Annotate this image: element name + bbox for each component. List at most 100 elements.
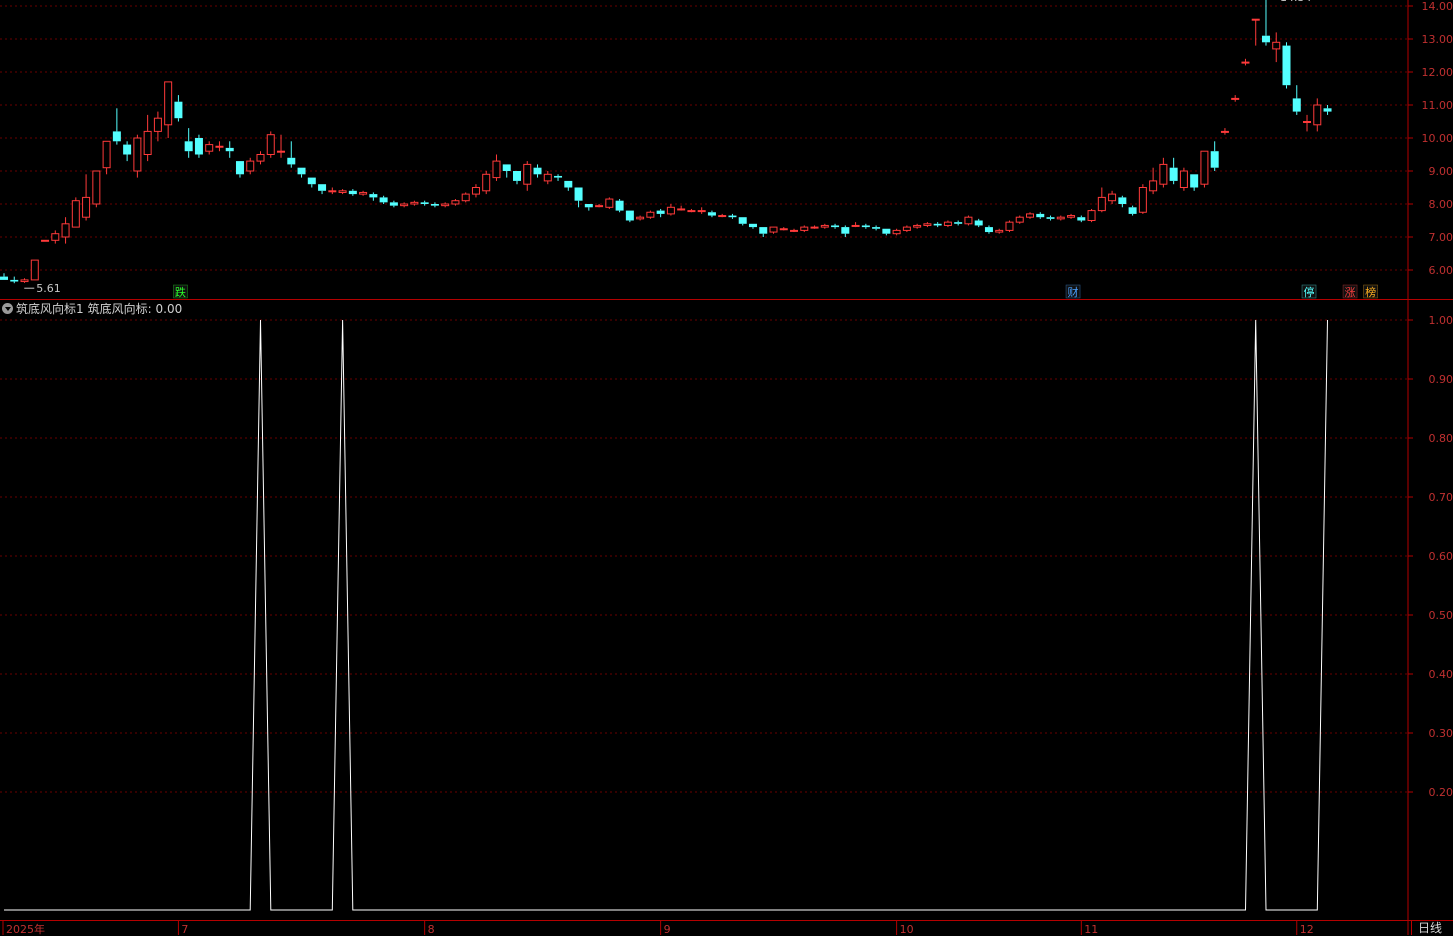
candle[interactable]	[678, 206, 685, 211]
candle[interactable]	[442, 202, 449, 207]
candle[interactable]	[708, 211, 716, 218]
candle[interactable]	[10, 277, 18, 284]
candle[interactable]	[1109, 191, 1116, 204]
candle[interactable]	[134, 135, 141, 178]
event-marker[interactable]: 财	[1066, 285, 1080, 299]
candle[interactable]	[513, 171, 521, 184]
candle[interactable]	[1201, 151, 1208, 187]
candle[interactable]	[882, 229, 890, 236]
candle[interactable]	[369, 192, 377, 200]
candle[interactable]	[308, 178, 316, 188]
candle[interactable]	[1160, 158, 1167, 188]
candle[interactable]	[791, 229, 798, 232]
candle[interactable]	[1118, 196, 1126, 208]
candle[interactable]	[534, 164, 542, 177]
candle[interactable]	[852, 222, 859, 227]
candle[interactable]	[1047, 216, 1055, 221]
candle[interactable]	[216, 141, 223, 151]
candle[interactable]	[318, 184, 326, 194]
chevron-down-icon[interactable]	[2, 303, 13, 314]
candle[interactable]	[267, 131, 274, 157]
candle[interactable]	[52, 230, 59, 243]
candle[interactable]	[841, 225, 849, 237]
candle[interactable]	[195, 135, 203, 158]
candle[interactable]	[1242, 59, 1249, 66]
candle[interactable]	[728, 214, 736, 219]
candle[interactable]	[759, 227, 767, 237]
candle[interactable]	[174, 95, 182, 121]
candle[interactable]	[872, 225, 880, 230]
candle[interactable]	[524, 161, 531, 191]
candle[interactable]	[1036, 212, 1044, 219]
period-button[interactable]: 日线	[1411, 920, 1453, 935]
candle[interactable]	[401, 202, 408, 207]
candle[interactable]	[924, 222, 931, 227]
candle[interactable]	[411, 201, 418, 206]
candle[interactable]	[657, 209, 665, 217]
candle[interactable]	[1211, 141, 1219, 171]
candle[interactable]	[698, 207, 705, 214]
candle[interactable]	[780, 227, 787, 230]
candle[interactable]	[985, 225, 993, 233]
candle[interactable]	[647, 211, 654, 219]
candle[interactable]	[144, 115, 151, 161]
candle[interactable]	[83, 174, 90, 220]
candle[interactable]	[564, 181, 572, 191]
event-marker[interactable]: 涨	[1343, 285, 1357, 299]
candle[interactable]	[975, 219, 983, 227]
candle[interactable]	[257, 151, 264, 164]
candle[interactable]	[1221, 128, 1228, 135]
candle[interactable]	[0, 273, 8, 280]
candle[interactable]	[1232, 95, 1239, 102]
candle[interactable]	[862, 224, 870, 229]
candle[interactable]	[1283, 42, 1291, 88]
candle[interactable]	[287, 141, 295, 167]
candle[interactable]	[349, 189, 357, 196]
candle[interactable]	[72, 197, 79, 227]
stock-chart[interactable]: 14.0013.0012.0011.0010.009.008.007.006.0…	[0, 0, 1453, 935]
candle[interactable]	[185, 128, 193, 158]
candle[interactable]	[421, 201, 429, 206]
candle[interactable]	[688, 209, 695, 212]
candle[interactable]	[390, 201, 398, 208]
candle[interactable]	[236, 161, 244, 178]
event-marker[interactable]: 榜	[1364, 285, 1378, 299]
candle[interactable]	[329, 188, 336, 195]
event-marker[interactable]: 跌	[173, 285, 187, 299]
candle[interactable]	[914, 224, 921, 229]
candle[interactable]	[954, 221, 962, 226]
candle[interactable]	[380, 196, 388, 204]
event-marker[interactable]: 停	[1302, 285, 1316, 299]
candle[interactable]	[113, 108, 121, 144]
candle[interactable]	[206, 141, 213, 154]
candle[interactable]	[831, 224, 839, 229]
candle[interactable]	[667, 204, 674, 216]
candle[interactable]	[1077, 216, 1085, 223]
candlestick-series[interactable]	[0, 0, 1332, 283]
candle[interactable]	[606, 197, 613, 209]
candle[interactable]	[811, 225, 818, 228]
candle[interactable]	[637, 216, 644, 221]
candle[interactable]	[1262, 0, 1270, 46]
candle[interactable]	[1129, 206, 1137, 216]
candle[interactable]	[1180, 168, 1187, 191]
candle[interactable]	[1027, 212, 1034, 219]
candle[interactable]	[996, 229, 1003, 234]
candle[interactable]	[1006, 221, 1013, 233]
candle[interactable]	[1150, 168, 1157, 194]
candle[interactable]	[123, 141, 131, 161]
candle[interactable]	[1314, 98, 1321, 131]
candle[interactable]	[616, 199, 624, 212]
candle[interactable]	[1170, 158, 1178, 184]
candle[interactable]	[165, 82, 172, 138]
candle[interactable]	[770, 227, 777, 234]
candle[interactable]	[452, 199, 459, 206]
candle[interactable]	[1057, 216, 1064, 221]
candle[interactable]	[247, 158, 254, 175]
candle[interactable]	[1088, 209, 1095, 222]
candle[interactable]	[1273, 32, 1280, 62]
candle[interactable]	[1016, 216, 1023, 224]
candle[interactable]	[719, 214, 726, 217]
candle[interactable]	[103, 141, 110, 174]
candle[interactable]	[339, 189, 346, 194]
